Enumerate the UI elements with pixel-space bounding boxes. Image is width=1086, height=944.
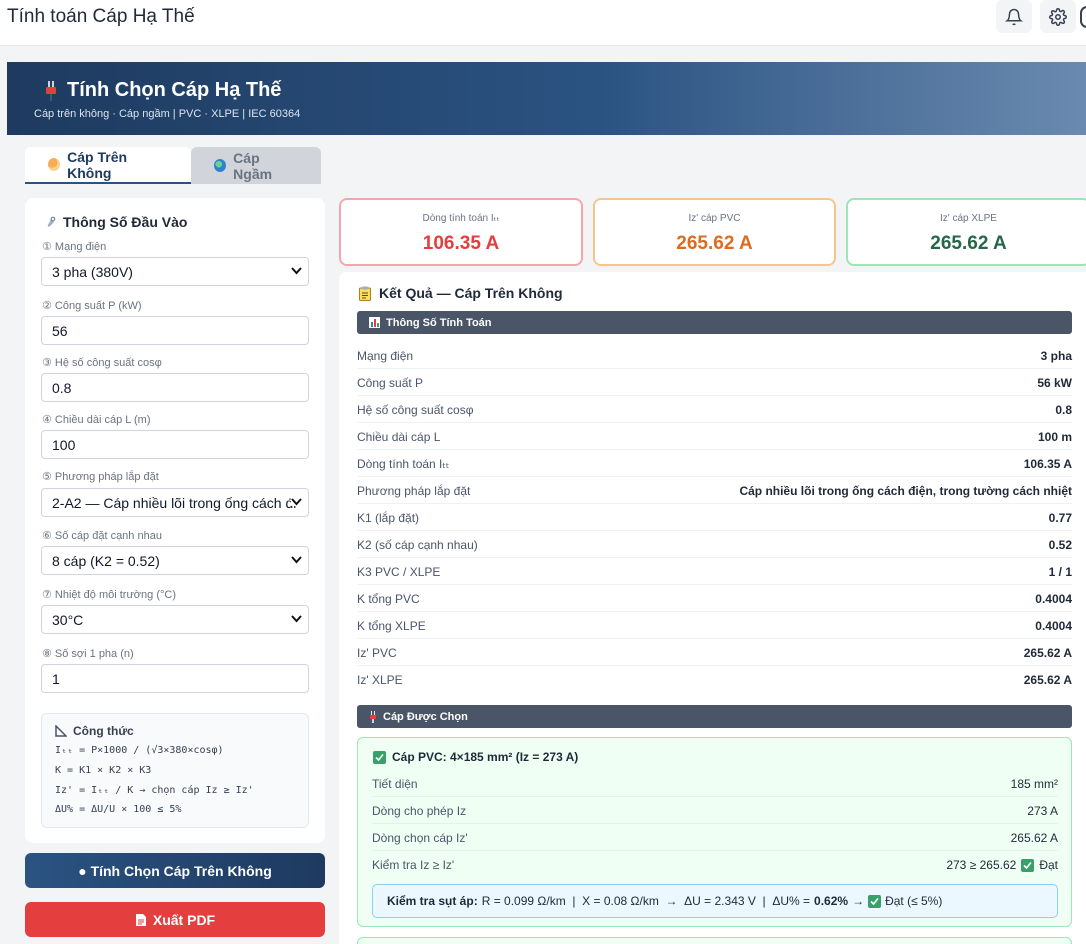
result-row: K2 (số cáp cạnh nhau) 0.52 — [357, 531, 1072, 558]
input-panel-heading: Thông Số Đầu Vào — [43, 214, 187, 230]
selected-cable-title: Cáp PVC: 4×185 mm² (Iz = 273 A) — [392, 750, 579, 764]
app-title: Tính toán Cáp Hạ Thế — [7, 6, 195, 27]
tab-underground-cable[interactable]: Cáp Ngầm — [191, 147, 321, 184]
cable-row: Kiểm tra Iz ≥ Iz' 273 ≥ 265.62 Đạt — [372, 858, 1058, 872]
metric-label: Iz' cáp XLPE — [940, 213, 997, 224]
cable-row: Tiết diện 185 mm² — [372, 770, 1058, 797]
globe-icon — [214, 159, 227, 172]
field-label-temperature: ⑦ Nhiệt độ môi trường (°C) — [42, 589, 176, 601]
results-title: Kết Quả — Cáp Trên Không — [379, 285, 563, 301]
field-label-cable-count: ⑥ Số cáp đặt cạnh nhau — [42, 530, 162, 542]
cable-row: Dòng chọn cáp Iz' 265.62 A — [372, 824, 1058, 851]
metric-card-xlpe: Iz' cáp XLPE 265.62 A — [846, 198, 1086, 266]
plug-icon — [46, 80, 56, 101]
result-row: K3 PVC / XLPE 1 / 1 — [357, 558, 1072, 585]
strands-input[interactable]: 1 — [41, 664, 309, 693]
plug-icon — [370, 710, 376, 723]
status-badge: Đạt — [1039, 858, 1058, 872]
check-icon — [1021, 858, 1035, 872]
result-row: Iz' XLPE 265.62 A — [357, 673, 1072, 687]
bar-chart-icon — [369, 317, 380, 328]
check-icon — [868, 894, 882, 908]
field-label-network: ① Mạng điện — [42, 241, 107, 253]
check-icon — [373, 750, 386, 764]
metric-value: 106.35 A — [422, 233, 500, 254]
tab-bar: Cáp Trên Không Cáp Ngầm — [25, 147, 321, 184]
metric-value: 265.62 A — [930, 233, 1007, 254]
wrench-icon — [47, 216, 56, 227]
status-badge: Đạt (≤ 5%) — [885, 894, 943, 908]
bell-icon — [1005, 8, 1023, 25]
chevron-down-icon — [291, 498, 302, 506]
formula-line: Iₜₜ = P×1000 / (√3×380×cosφ) — [55, 745, 224, 756]
metric-label: Dòng tính toán Iₜₜ — [422, 213, 500, 224]
power-input[interactable]: 56 — [41, 316, 309, 345]
result-row: Mạng điện 3 pha — [357, 342, 1072, 369]
temperature-select[interactable]: 30°C — [41, 605, 309, 634]
field-label-method: ⑤ Phương pháp lắp đặt — [42, 471, 159, 483]
hero-header: Tính Chọn Cáp Hạ Thế Cáp trên không · Cá… — [7, 62, 1086, 135]
result-row: Dòng tính toán Iₜₜ 106.35 A — [357, 450, 1072, 477]
results-panel: Kết Quả — Cáp Trên Không Thông Số Tính T… — [339, 272, 1086, 944]
metric-label: Iz' cáp PVC — [688, 213, 741, 224]
cable-count-select[interactable]: 8 cáp (K2 = 0.52) — [41, 546, 309, 575]
field-label-length: ④ Chiều dài cáp L (m) — [42, 414, 151, 426]
calculate-button[interactable]: ● Tính Chọn Cáp Trên Không — [25, 853, 325, 888]
field-label-power: ② Công suất P (kW) — [42, 300, 142, 312]
result-row: Phương pháp lắp đặt Cáp nhiều lõi trong ố… — [357, 477, 1072, 504]
notifications-button[interactable] — [996, 0, 1032, 33]
gear-icon — [1049, 7, 1067, 26]
chevron-down-icon — [291, 556, 302, 564]
input-panel: Thông Số Đầu Vào ① Mạng điện 3 pha (380V… — [25, 198, 325, 843]
export-pdf-button[interactable]: Xuất PDF — [25, 902, 325, 937]
cable-row: Dòng cho phép Iz 273 A — [372, 797, 1058, 824]
selected-cable-card-pvc: Cáp PVC: 4×185 mm² (Iz = 273 A) Tiết diệ… — [357, 737, 1072, 927]
result-row: K tổng XLPE 0.4004 — [357, 612, 1072, 639]
length-input[interactable]: 100 — [41, 430, 309, 459]
formula-line: Iz' = Iₜₜ / K → chọn cáp Iz ≥ Iz' — [55, 785, 254, 796]
section-header-selected: Cáp Được Chọn — [357, 705, 1072, 728]
chevron-down-icon — [291, 267, 302, 275]
result-row: Chiều dài cáp L 100 m — [357, 423, 1072, 450]
formula-line: ΔU% = ΔU/U × 100 ≤ 5% — [55, 804, 182, 815]
result-row: Hệ số công suất cosφ 0.8 — [357, 396, 1072, 423]
app-bar: Tính toán Cáp Hạ Thế — [0, 0, 1086, 46]
metric-card-pvc: Iz' cáp PVC 265.62 A — [593, 198, 836, 266]
network-select[interactable]: 3 pha (380V) — [41, 257, 309, 286]
cloud-sun-icon — [48, 158, 61, 171]
formula-box: Công thức Iₜₜ = P×1000 / (√3×380×cosφ) K… — [41, 713, 309, 828]
metric-value: 265.62 A — [676, 233, 753, 254]
clipboard-icon — [359, 286, 371, 301]
settings-button[interactable] — [1040, 0, 1076, 33]
document-icon — [135, 913, 146, 926]
cosphi-input[interactable]: 0.8 — [41, 373, 309, 402]
formula-title: Công thức — [73, 724, 134, 738]
result-row: K1 (lắp đặt) 0.77 — [357, 504, 1072, 531]
install-method-select[interactable]: 2-A2 — Cáp nhiều lõi trong ống cách đi — [41, 488, 309, 517]
result-row: K tổng PVC 0.4004 — [357, 585, 1072, 612]
chevron-down-icon — [291, 615, 302, 623]
metric-card-current: Dòng tính toán Iₜₜ 106.35 A — [339, 198, 583, 266]
formula-line: K = K1 × K2 × K3 — [55, 765, 152, 776]
field-label-strands: ⑧ Số sợi 1 pha (n) — [42, 648, 134, 660]
section-header-params: Thông Số Tính Toán — [357, 311, 1072, 334]
voltage-drop-check: Kiểm tra sụt áp: R = 0.099 Ω/km | X = 0.… — [372, 884, 1058, 918]
result-row: Iz' PVC 265.62 A — [357, 639, 1072, 666]
field-label-cosphi: ③ Hệ số công suất cosφ — [42, 357, 162, 369]
selected-cable-card-xlpe — [357, 937, 1072, 944]
avatar[interactable] — [1080, 6, 1086, 28]
page-title: Tính Chọn Cáp Hạ Thế — [67, 79, 282, 101]
page-subtitle: Cáp trên không · Cáp ngầm | PVC · XLPE |… — [34, 108, 301, 120]
tab-overhead-cable[interactable]: Cáp Trên Không — [25, 147, 191, 184]
ruler-icon — [55, 725, 67, 737]
result-row: Công suất P 56 kW — [357, 369, 1072, 396]
